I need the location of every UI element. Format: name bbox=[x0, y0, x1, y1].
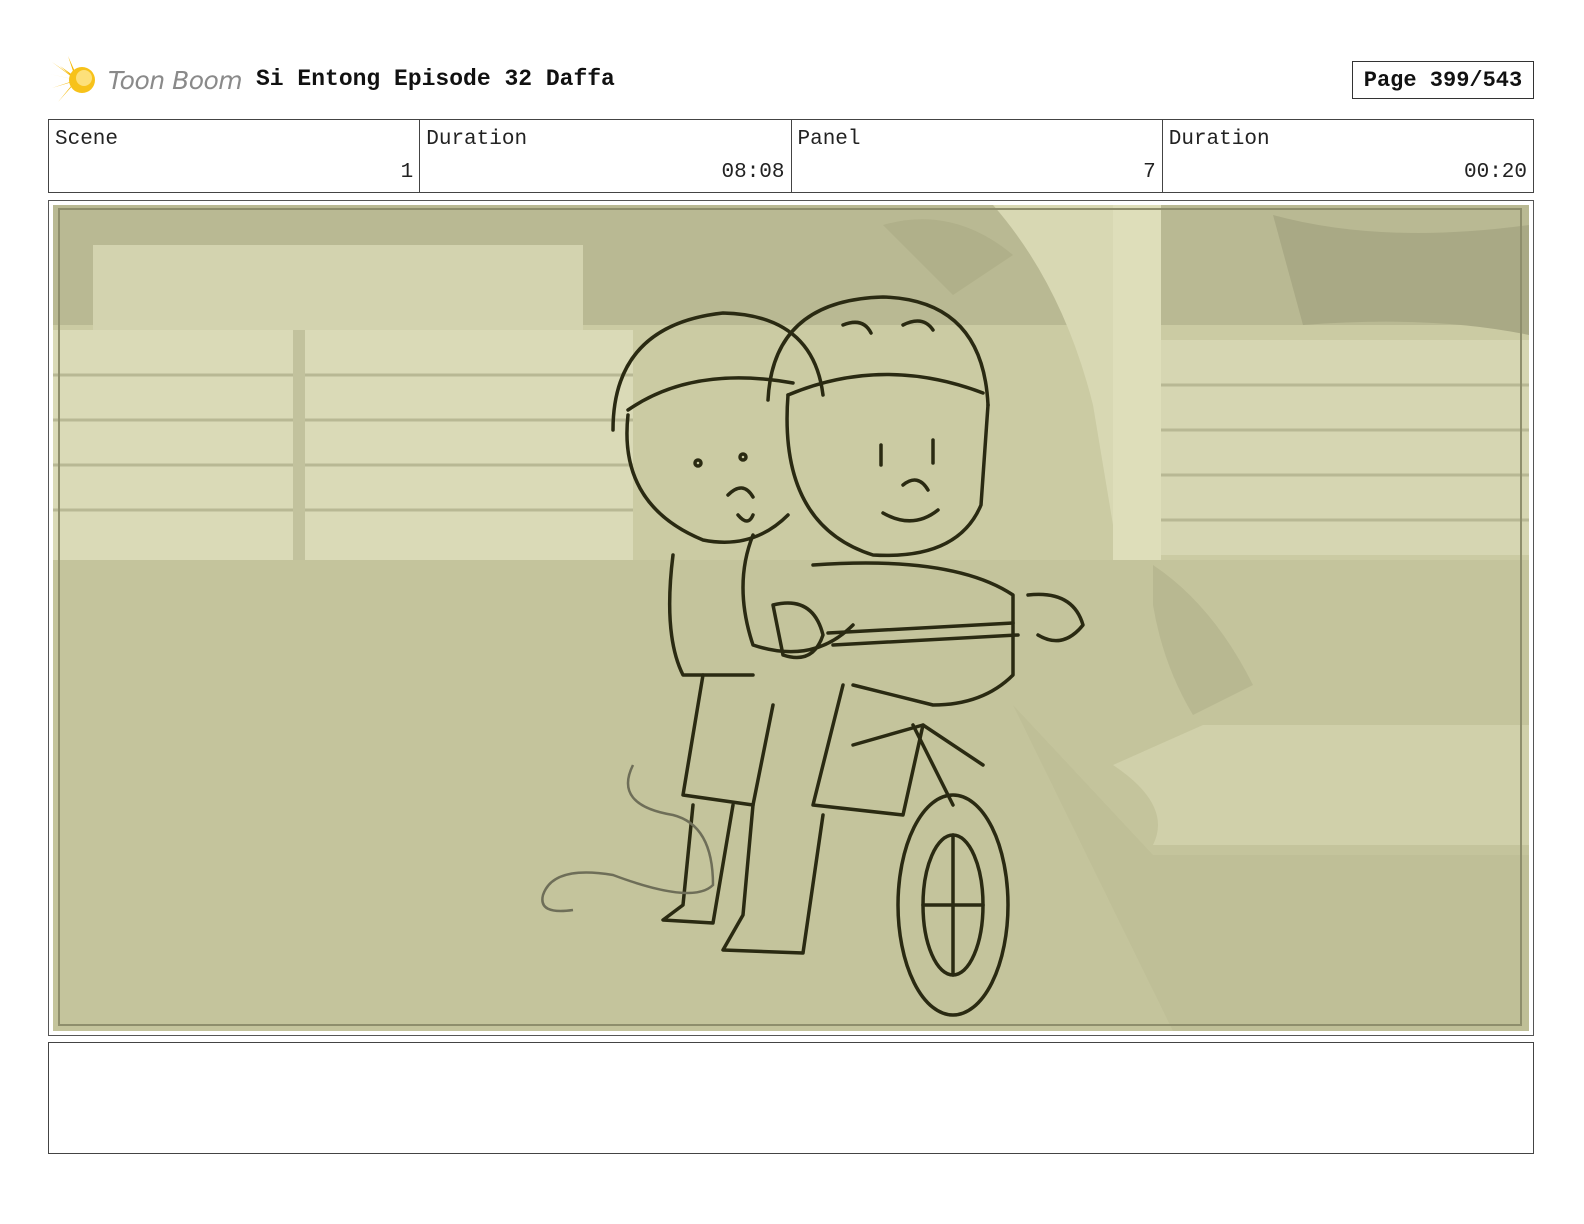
scene-cell: Scene 1 bbox=[49, 120, 421, 192]
scene-duration-label: Duration bbox=[426, 128, 528, 151]
page-number: Page 399/543 bbox=[1352, 61, 1534, 99]
scene-duration-cell: Duration 08:08 bbox=[420, 120, 792, 192]
scene-duration-value: 08:08 bbox=[721, 161, 785, 184]
toon-boom-starburst-icon bbox=[50, 56, 95, 102]
scene-value: 1 bbox=[400, 161, 414, 184]
toon-boom-logo: Toon Boom bbox=[50, 54, 243, 106]
storyboard-panel bbox=[48, 200, 1534, 1036]
scene-label: Scene bbox=[55, 128, 119, 151]
panel-cell: Panel 7 bbox=[792, 120, 1163, 192]
document-title: Si Entong Episode 32 Daffa bbox=[256, 66, 615, 92]
panel-duration-value: 00:20 bbox=[1463, 161, 1527, 184]
panel-label: Panel bbox=[797, 128, 861, 151]
caption-box bbox=[48, 1042, 1534, 1154]
logo-text: Toon Boom bbox=[108, 65, 243, 95]
panel-value: 7 bbox=[1143, 161, 1156, 184]
panel-duration-label: Duration bbox=[1168, 128, 1270, 151]
storyboard-sketch-image bbox=[53, 205, 1529, 1031]
scene-info-row: Scene 1 Duration 08:08 Panel 7 Duration … bbox=[48, 119, 1534, 193]
panel-duration-cell: Duration 00:20 bbox=[1163, 120, 1533, 192]
